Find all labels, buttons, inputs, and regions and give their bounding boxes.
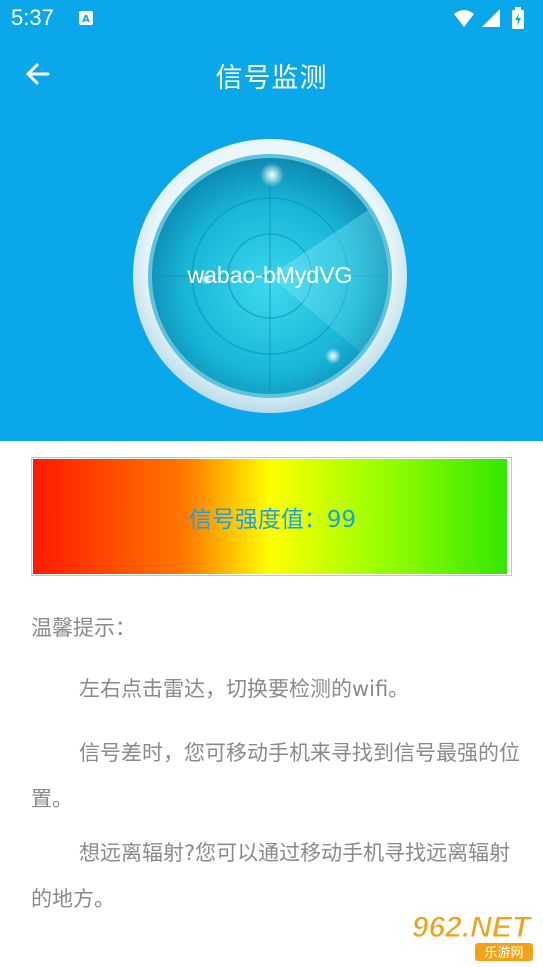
page-title: 信号监测 xyxy=(215,63,328,94)
notification-a-icon: A xyxy=(79,11,93,25)
watermark-logo: 962.NET 乐游网 xyxy=(411,911,533,961)
radar-blip xyxy=(200,273,212,285)
svg-text:962.NET: 962.NET xyxy=(412,911,533,944)
radar-button[interactable] xyxy=(132,138,408,414)
wifi-icon xyxy=(454,10,474,27)
status-time: 5:37 xyxy=(11,5,54,30)
header-area: 5:37 A 信号监测 wabao-bMydVG xyxy=(0,0,543,441)
radar-blip xyxy=(260,163,284,187)
tip-item: 信号差时，您可移动手机来寻找到信号最强的位置。 xyxy=(31,741,520,811)
battery-icon xyxy=(512,7,524,29)
tip-item: 左右点击雷达，切换要检测的wifi。 xyxy=(79,677,410,701)
tips-title: 温馨提示： xyxy=(31,616,136,640)
status-bar: 5:37 A xyxy=(0,0,543,38)
radar-blip xyxy=(325,348,341,364)
signal-strength-value: 信号强度值：99 xyxy=(188,507,357,533)
svg-text:乐游网: 乐游网 xyxy=(484,946,523,961)
signal-icon xyxy=(482,9,500,27)
app-bar: 信号监测 xyxy=(0,38,543,110)
signal-strength-bar: 信号强度值：99 xyxy=(31,457,512,576)
svg-text:A: A xyxy=(82,14,90,25)
